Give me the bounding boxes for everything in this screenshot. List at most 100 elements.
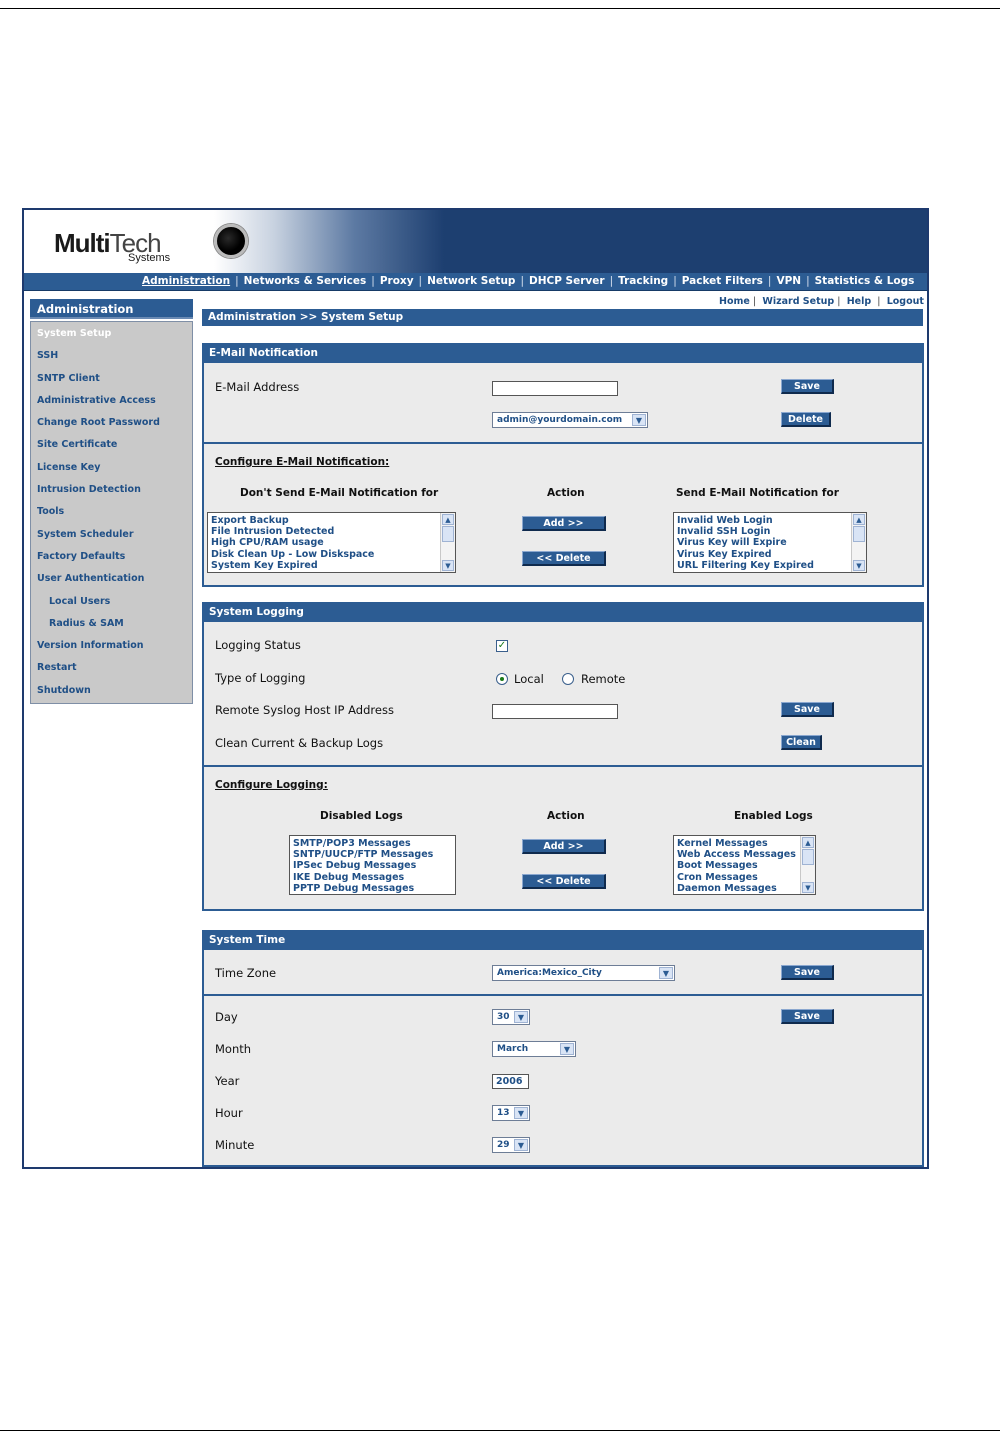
nav-packet-filters[interactable]: Packet Filters |: [682, 275, 777, 287]
header-banner: MultiTech Systems: [24, 210, 927, 273]
time-panel-title: System Time: [204, 932, 922, 950]
logging-save-button[interactable]: Save: [781, 702, 834, 717]
disabled-logs-listbox[interactable]: SMTP/POP3 Messages SNTP/UUCP/FTP Message…: [289, 835, 456, 895]
logging-status-checkbox[interactable]: ✓: [496, 640, 508, 652]
month-select[interactable]: March ▼: [492, 1041, 576, 1057]
sidebar-item-radius-sam[interactable]: Radius & SAM: [31, 617, 192, 639]
list-item[interactable]: Boot Messages: [677, 860, 815, 871]
sidebar-item-change-root-password[interactable]: Change Root Password: [31, 416, 192, 438]
logging-local-radio[interactable]: [496, 673, 508, 685]
scroll-up-icon[interactable]: ▲: [853, 514, 865, 525]
sidebar-item-license-key[interactable]: License Key: [31, 461, 192, 483]
chevron-down-icon: ▼: [632, 414, 646, 426]
dont-send-listbox[interactable]: Export Backup File Intrusion Detected Hi…: [207, 512, 456, 573]
sidebar-item-user-authentication[interactable]: User Authentication: [31, 572, 192, 594]
email-delete-button[interactable]: Delete: [781, 412, 831, 427]
list-item[interactable]: PPTP Debug Messages: [293, 883, 455, 894]
time-zone-select[interactable]: America:Mexico_City ▼: [492, 965, 675, 981]
sidebar-item-administrative-access[interactable]: Administrative Access: [31, 394, 192, 416]
nav-statistics-logs[interactable]: Statistics & Logs: [815, 275, 915, 287]
sidebar-item-ssh[interactable]: SSH: [31, 349, 192, 371]
sidebar-item-tools[interactable]: Tools: [31, 505, 192, 527]
syslog-host-input[interactable]: [492, 704, 618, 719]
sidebar-item-version-information[interactable]: Version Information: [31, 639, 192, 661]
wizard-setup-link[interactable]: Wizard Setup: [762, 296, 834, 307]
time-zone-save-button[interactable]: Save: [781, 965, 834, 980]
list-item[interactable]: IKE Debug Messages: [293, 872, 455, 883]
sidebar-item-intrusion-detection[interactable]: Intrusion Detection: [31, 483, 192, 505]
list-item[interactable]: Web Access Messages: [677, 849, 815, 860]
scroll-down-icon[interactable]: ▼: [802, 882, 814, 893]
scroll-up-icon[interactable]: ▲: [802, 837, 814, 848]
scroll-up-icon[interactable]: ▲: [442, 514, 454, 525]
nav-networks-services[interactable]: Networks & Services |: [244, 275, 380, 287]
sidebar-item-system-scheduler[interactable]: System Scheduler: [31, 528, 192, 550]
scroll-down-icon[interactable]: ▼: [442, 560, 454, 571]
time-divider: [204, 994, 922, 996]
sidebar-item-factory-defaults[interactable]: Factory Defaults: [31, 550, 192, 572]
sidebar-item-sntp-client[interactable]: SNTP Client: [31, 372, 192, 394]
scrollbar[interactable]: ▲ ▼: [440, 513, 455, 572]
nav-proxy[interactable]: Proxy |: [380, 275, 427, 287]
list-item[interactable]: Disk Clean Up - Low Diskspace: [211, 549, 455, 560]
email-remove-button[interactable]: << Delete: [522, 551, 606, 566]
nav-tracking[interactable]: Tracking |: [618, 275, 682, 287]
list-item[interactable]: Daemon Messages: [677, 883, 815, 894]
top-navigation: Administration | Networks & Services | Pro…: [24, 273, 927, 291]
day-select[interactable]: 30 ▼: [492, 1009, 530, 1025]
email-address-input[interactable]: [492, 381, 618, 396]
list-item[interactable]: Kernel Messages: [677, 838, 815, 849]
scroll-thumb[interactable]: [802, 849, 814, 865]
list-item[interactable]: File Intrusion Detected: [211, 526, 455, 537]
clean-logs-button[interactable]: Clean: [781, 735, 822, 750]
scrollbar[interactable]: ▲ ▼: [851, 513, 866, 572]
scroll-thumb[interactable]: [442, 526, 454, 542]
home-link[interactable]: Home: [719, 296, 750, 307]
nav-network-setup[interactable]: Network Setup |: [427, 275, 529, 287]
minute-select[interactable]: 29 ▼: [492, 1137, 530, 1153]
list-item[interactable]: URL Filtering Key Expired: [677, 560, 866, 571]
scrollbar[interactable]: ▲ ▼: [800, 836, 815, 894]
logo-subtitle: Systems: [128, 252, 171, 264]
configure-email-label: Configure E-Mail Notification:: [215, 456, 390, 468]
list-item[interactable]: SMTP/POP3 Messages: [293, 838, 455, 849]
logo-ball-icon: [214, 224, 248, 258]
list-item[interactable]: Invalid Web Login: [677, 515, 866, 526]
list-item[interactable]: System Key Expired: [211, 560, 455, 571]
logging-local-label: Local: [514, 672, 544, 686]
logging-add-button[interactable]: Add >>: [522, 839, 606, 854]
sidebar-item-restart[interactable]: Restart: [31, 661, 192, 683]
list-item[interactable]: Virus Key will Expire: [677, 537, 866, 548]
scroll-down-icon[interactable]: ▼: [853, 560, 865, 571]
list-item[interactable]: Invalid SSH Login: [677, 526, 866, 537]
list-item[interactable]: High CPU/RAM usage: [211, 537, 455, 548]
year-label: Year: [215, 1074, 240, 1088]
sidebar-item-site-certificate[interactable]: Site Certificate: [31, 438, 192, 460]
email-address-select[interactable]: admin@yourdomain.com ▼: [492, 412, 648, 428]
breadcrumb: Administration >> System Setup: [202, 309, 923, 326]
logging-remote-radio[interactable]: [562, 673, 574, 685]
help-link[interactable]: Help: [847, 296, 871, 307]
enabled-logs-listbox[interactable]: Kernel Messages Web Access Messages Boot…: [673, 835, 816, 895]
logging-remove-button[interactable]: << Delete: [522, 874, 606, 889]
nav-administration[interactable]: Administration |: [142, 275, 244, 287]
scroll-thumb[interactable]: [853, 526, 865, 542]
list-item[interactable]: SNTP/UUCP/FTP Messages: [293, 849, 455, 860]
list-item[interactable]: Export Backup: [211, 515, 455, 526]
sidebar-item-system-setup[interactable]: System Setup: [31, 327, 192, 349]
list-item[interactable]: IPSec Debug Messages: [293, 860, 455, 871]
nav-dhcp-server[interactable]: DHCP Server |: [529, 275, 618, 287]
email-save-button[interactable]: Save: [781, 379, 834, 394]
logout-link[interactable]: Logout: [887, 296, 924, 307]
send-listbox[interactable]: Invalid Web Login Invalid SSH Login Viru…: [673, 512, 867, 573]
year-input[interactable]: 2006: [492, 1074, 529, 1089]
dont-send-heading: Don't Send E-Mail Notification for: [240, 487, 439, 499]
email-add-button[interactable]: Add >>: [522, 516, 606, 531]
date-save-button[interactable]: Save: [781, 1009, 834, 1024]
list-item[interactable]: Virus Key Expired: [677, 549, 866, 560]
list-item[interactable]: Cron Messages: [677, 872, 815, 883]
sidebar-item-shutdown[interactable]: Shutdown: [31, 684, 192, 706]
sidebar-item-local-users[interactable]: Local Users: [31, 595, 192, 617]
nav-vpn[interactable]: VPN |: [776, 275, 814, 287]
hour-select[interactable]: 13 ▼: [492, 1105, 530, 1121]
